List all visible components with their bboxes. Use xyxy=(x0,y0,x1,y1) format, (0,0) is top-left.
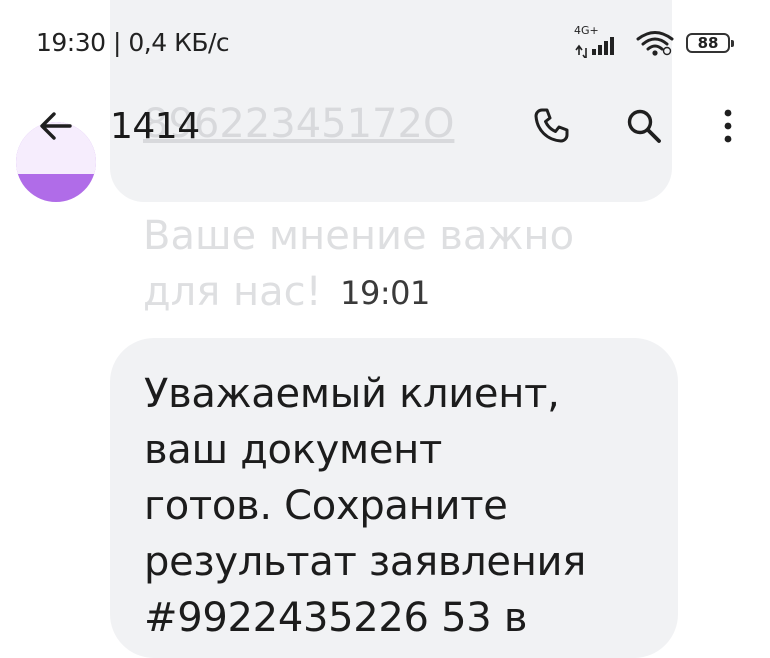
contact-title: 1414 xyxy=(110,106,200,147)
message-timestamp: 19:01 xyxy=(340,274,430,312)
cellular-signal-icon: 4G+ xyxy=(574,24,624,60)
search-button[interactable] xyxy=(616,98,672,154)
status-time-speed: 19:30 | 0,4 КБ/с xyxy=(36,28,230,57)
phone-icon xyxy=(534,108,569,143)
call-button[interactable] xyxy=(523,98,579,154)
status-bar: 19:30 | 0,4 КБ/с 4G+ 88 xyxy=(0,0,770,80)
status-icons: 4G+ 88 xyxy=(574,24,734,60)
network-type-label: 4G+ xyxy=(574,24,599,37)
more-options-button[interactable] xyxy=(700,98,756,154)
back-button[interactable] xyxy=(28,98,84,154)
battery-icon: 88 xyxy=(686,33,734,53)
arrow-left-icon xyxy=(40,112,72,140)
more-vertical-icon xyxy=(724,109,732,143)
magnifier-icon xyxy=(627,109,661,143)
message-text: Уважаемый клиент, ваш документ готов. Со… xyxy=(144,371,587,641)
battery-level: 88 xyxy=(697,34,719,52)
conversation-toolbar: 1414 xyxy=(0,90,770,166)
wifi-icon xyxy=(636,31,674,56)
